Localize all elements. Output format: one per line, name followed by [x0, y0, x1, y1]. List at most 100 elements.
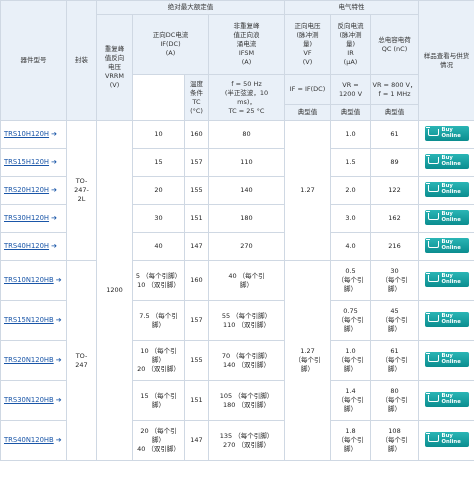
ifsm-cell: 110 [208, 148, 285, 177]
cart-icon [425, 432, 439, 442]
tc-cell: 157 [184, 300, 209, 341]
part-link[interactable]: TRS10N120HB [4, 276, 54, 284]
qc-cell: 216 [369, 232, 420, 261]
arrow-right-icon: ➔ [55, 316, 62, 324]
ifsm-cell: 270 [208, 232, 285, 261]
qc-typical: 典型值 [369, 104, 420, 121]
qc-cell: 61 [369, 120, 420, 149]
buy-cell: Buy Online [418, 176, 474, 205]
vf-cell: 1.27 [284, 120, 331, 261]
tc-cell: 147 [184, 232, 209, 261]
ir-typical: 典型值 [330, 104, 371, 121]
ifdc-cell: 5 （每个引脚） 10 （双引脚） [132, 260, 185, 301]
arrow-right-icon: ➔ [51, 186, 57, 194]
tc-cell: 151 [184, 380, 209, 421]
arrow-right-icon: ➔ [51, 242, 57, 250]
part-link[interactable]: TRS10H120H [4, 130, 49, 138]
cart-icon [425, 272, 439, 282]
col-package: 封装 [66, 0, 97, 121]
ifsm-cell: 80 [208, 120, 285, 149]
arrow-right-icon: ➔ [55, 396, 62, 404]
part-number-cell: TRS30H120H ➔ [0, 204, 67, 233]
buy-online-button[interactable]: Buy Online [424, 153, 469, 169]
cart-icon [425, 154, 439, 164]
qc-cell: 89 [369, 148, 420, 177]
buy-online-button[interactable]: Buy Online [424, 431, 469, 447]
col-sample: 样品查看与供货 情况 [418, 0, 474, 121]
cart-icon [425, 312, 439, 322]
qc-cell: 30 （每个引 脚） [369, 260, 420, 301]
part-link[interactable]: TRS30H120H [4, 214, 49, 222]
part-number-cell: TRS20N120HB ➔ [0, 340, 67, 381]
cart-icon [425, 182, 439, 192]
qc-condition: VR = 800 V， f = 1 MHz [369, 74, 420, 105]
vf-condition: IF = IF(DC) [284, 74, 331, 105]
package-cell: TO- 247- 2L [66, 120, 97, 261]
ifsm-cell: 180 [208, 204, 285, 233]
ifdc-cell: 20 [132, 176, 185, 205]
buy-online-button[interactable]: Buy Online [424, 351, 469, 367]
buy-online-button[interactable]: Buy Online [424, 181, 469, 197]
ifdc-cell: 10 （每个引 脚） 20 （双引脚） [132, 340, 185, 381]
buy-online-button[interactable]: Buy Online [424, 209, 469, 225]
qc-cell: 45 （每个引 脚） [369, 300, 420, 341]
buy-online-button[interactable]: Buy Online [424, 237, 469, 253]
part-link[interactable]: TRS15H120H [4, 158, 49, 166]
buy-cell: Buy Online [418, 148, 474, 177]
col-ifdc: 正向DC电流 IF(DC) (A) [132, 14, 209, 75]
buy-online-button[interactable]: Buy Online [424, 391, 469, 407]
ifsm-condition: f = 50 Hz (半正弦波，10 ms)， TC = 25 °C [208, 74, 285, 121]
ir-cell: 1.4 （每个引 脚） [330, 380, 371, 421]
part-link[interactable]: TRS20H120H [4, 186, 49, 194]
ir-cell: 1.8 （每个引 脚） [330, 420, 371, 461]
ifdc-blank [132, 74, 185, 121]
buy-cell: Buy Online [418, 420, 474, 461]
ir-cell: 1.0 [330, 120, 371, 149]
buy-cell: Buy Online [418, 204, 474, 233]
cart-icon [425, 352, 439, 362]
group-abs-max: 绝对最大额定值 [96, 0, 285, 15]
ifsm-cell: 40 （每个引 脚） [208, 260, 285, 301]
product-table: 器件型号 封装 绝对最大额定值 电气特性 样品查看与供货 情况 重复峰 值反向 电压… [0, 0, 474, 461]
vf-typical: 典型值 [284, 104, 331, 121]
ir-cell: 2.0 [330, 176, 371, 205]
buy-online-button[interactable]: Buy Online [424, 125, 469, 141]
col-vf: 正向电压 (脉冲测 量) VF (V) [284, 14, 331, 75]
part-link[interactable]: TRS15N120HB [4, 316, 54, 324]
part-number-cell: TRS15N120HB ➔ [0, 300, 67, 341]
part-link[interactable]: TRS30N120HB [4, 396, 54, 404]
ir-cell: 0.75 （每个引 脚） [330, 300, 371, 341]
buy-cell: Buy Online [418, 260, 474, 301]
col-qc: 总电容电荷 QC (nC) [369, 14, 420, 75]
buy-cell: Buy Online [418, 120, 474, 149]
tc-cell: 155 [184, 176, 209, 205]
tc-cell: 147 [184, 420, 209, 461]
part-number-cell: TRS15H120H ➔ [0, 148, 67, 177]
buy-online-button[interactable]: Buy Online [424, 271, 469, 287]
arrow-right-icon: ➔ [55, 436, 62, 444]
ifdc-cell: 30 [132, 204, 185, 233]
buy-cell: Buy Online [418, 300, 474, 341]
ifdc-cell: 7.5 （每个引 脚） [132, 300, 185, 341]
ifdc-cell: 15 [132, 148, 185, 177]
buy-online-button[interactable]: Buy Online [424, 311, 469, 327]
col-vrrm: 重复峰 值反向 电压 VRRM (V) [96, 14, 133, 121]
ir-cell: 1.5 [330, 148, 371, 177]
part-number-cell: TRS30N120HB ➔ [0, 380, 67, 421]
buy-cell: Buy Online [418, 340, 474, 381]
buy-cell: Buy Online [418, 232, 474, 261]
arrow-right-icon: ➔ [51, 158, 57, 166]
tc-cell: 160 [184, 260, 209, 301]
ifdc-cell: 40 [132, 232, 185, 261]
tc-cell: 157 [184, 148, 209, 177]
part-number-cell: TRS20H120H ➔ [0, 176, 67, 205]
part-link[interactable]: TRS40H120H [4, 242, 49, 250]
vrrm-cell: 1200 [96, 120, 133, 461]
part-link[interactable]: TRS40N120HB [4, 436, 54, 444]
ir-cell: 1.0 （每个引 脚） [330, 340, 371, 381]
part-number-cell: TRS10N120HB ➔ [0, 260, 67, 301]
qc-cell: 122 [369, 176, 420, 205]
part-number-cell: TRS10H120H ➔ [0, 120, 67, 149]
cart-icon [425, 126, 439, 136]
part-link[interactable]: TRS20N120HB [4, 356, 54, 364]
